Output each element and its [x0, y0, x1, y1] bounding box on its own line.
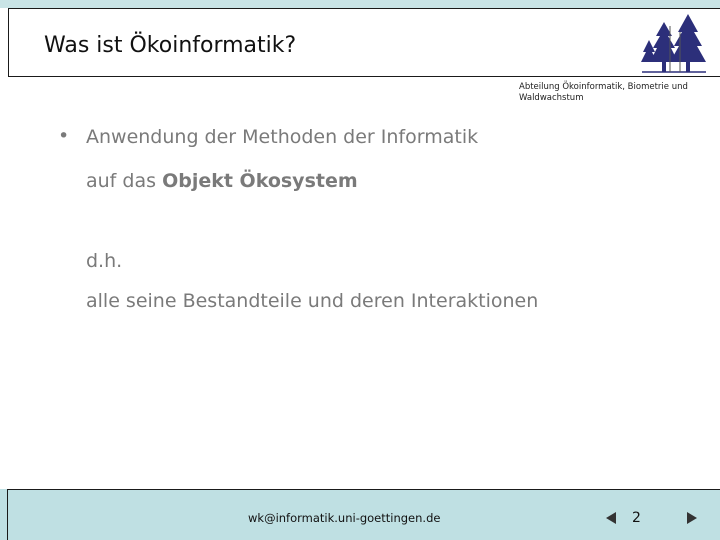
content-line-2: auf das Objekt Ökosystem	[86, 170, 358, 192]
page-number: 2	[632, 510, 641, 526]
footer-email: wk@informatik.uni-goettingen.de	[248, 511, 441, 525]
slide-title: Was ist Ökoinformatik?	[44, 33, 297, 58]
triangle-left-icon[interactable]	[606, 512, 616, 524]
content-line-1: Anwendung der Methoden der Informatik	[86, 126, 479, 148]
content-line-2-prefix: auf das	[86, 170, 163, 192]
department-label: Abteilung Ökoinformatik, Biometrie und W…	[519, 82, 688, 103]
content-line-2-bold: Objekt Ökosystem	[162, 170, 358, 192]
triangle-right-icon[interactable]	[687, 512, 697, 524]
header-divider	[8, 76, 720, 77]
content-line-3: d.h.	[86, 250, 123, 272]
forest-trees-logo	[641, 14, 706, 73]
bullet-icon: •	[58, 125, 70, 147]
content-line-4: alle seine Bestandteile und deren Intera…	[86, 290, 539, 312]
